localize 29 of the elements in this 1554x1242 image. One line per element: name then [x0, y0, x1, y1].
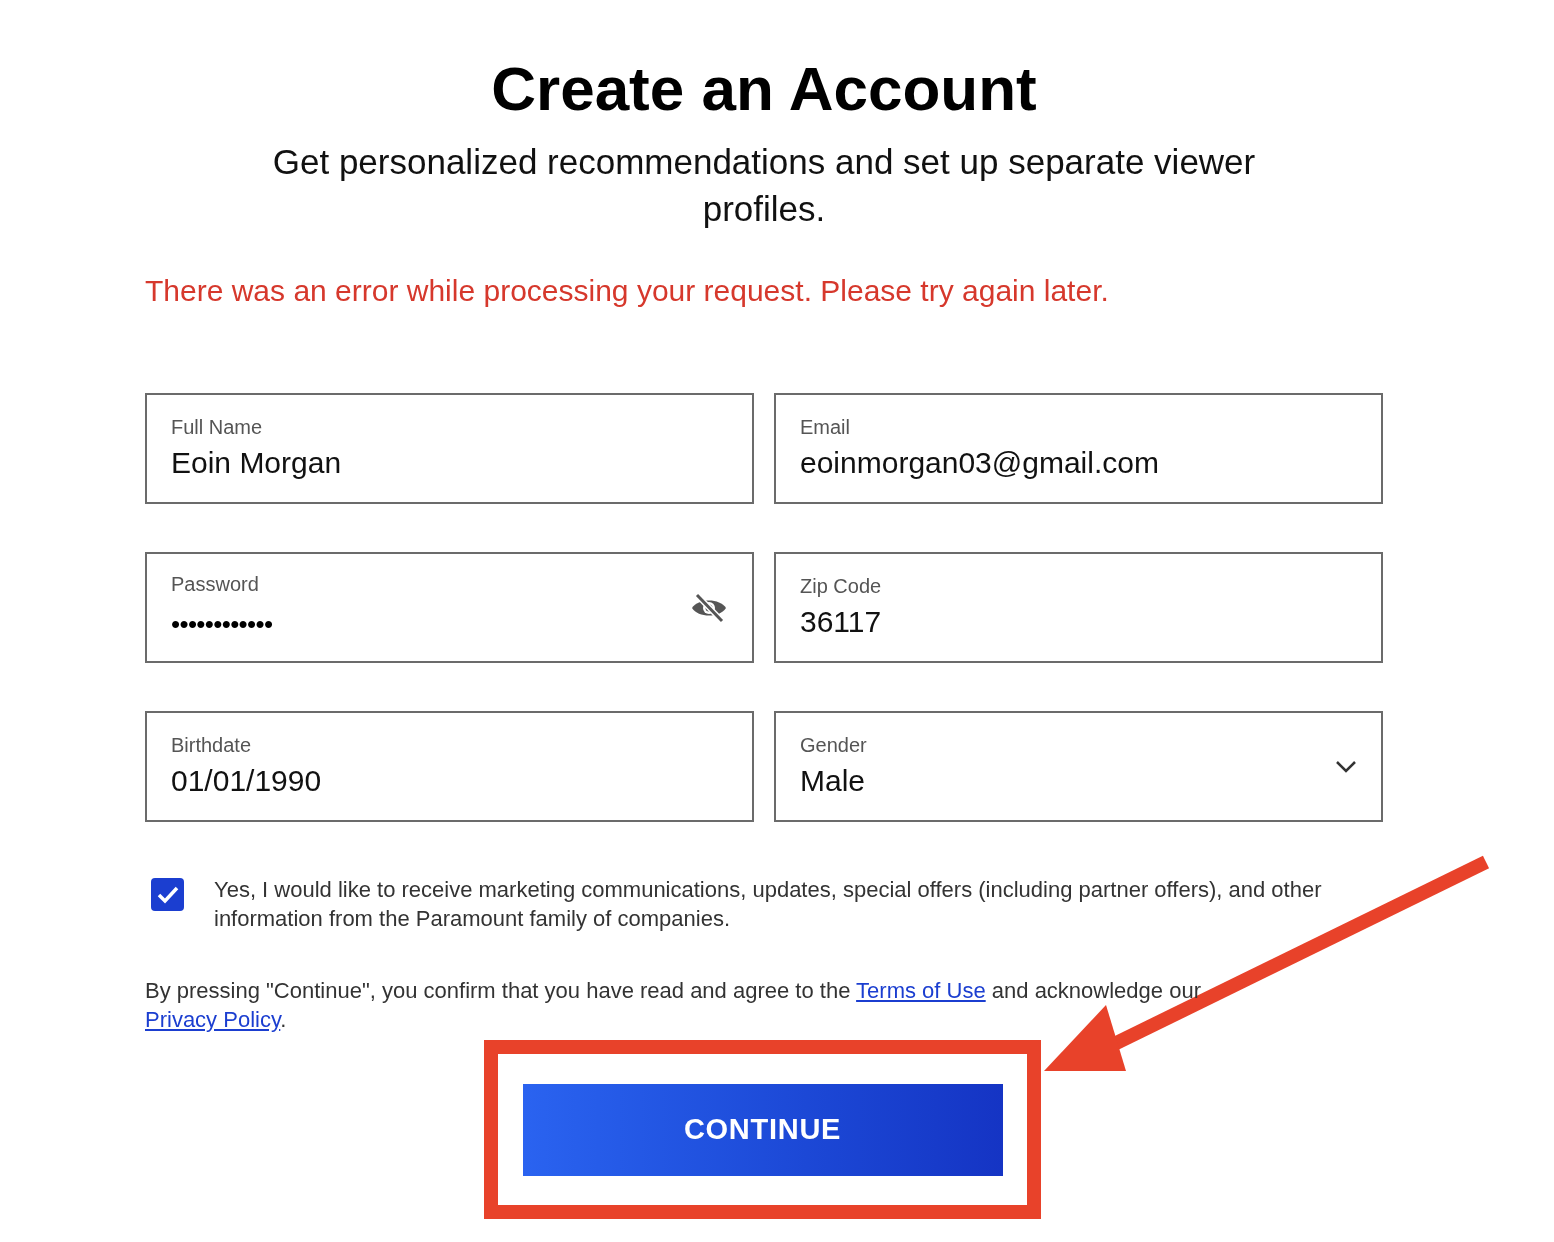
field-label: Password [171, 571, 260, 597]
field-label: Email [800, 415, 851, 441]
field-value: •••••••••••• [171, 607, 274, 641]
input-field[interactable]: Full Name Eoin Morgan [145, 393, 754, 504]
consent-text: Yes, I would like to receive marketing communications, updates, special offers (including partner offers), and other information from the Paramount family of companies. [214, 876, 1323, 933]
error-message: There was an error while processing your request. Please try again later. [145, 273, 1110, 309]
continue-button[interactable]: CONTINUE [522, 1083, 1003, 1176]
field-label: Birthdate [171, 733, 253, 759]
input-field[interactable]: Birthdate 01/01/1990 [145, 711, 754, 822]
select-field[interactable]: Gender Male [774, 711, 1383, 822]
checkmark-icon [156, 885, 179, 904]
checkbox[interactable] [151, 878, 184, 911]
input-field[interactable]: Zip Code 36117 [774, 552, 1383, 663]
field-value: eoinmorgan03@gmail.com [800, 445, 1160, 482]
legal-text: By pressing "Continue", you confirm that you have read and agree to the Terms of Use and acknowledge our Privacy Policy. [145, 977, 1202, 1034]
chevron-down-icon[interactable] [1335, 759, 1357, 774]
subtitle: Get personalized recommendations and set up separate viewer profiles. [271, 140, 1257, 230]
field-label: Zip Code [800, 574, 883, 600]
field-label: Gender [800, 733, 868, 759]
field-value: Eoin Morgan [171, 445, 343, 482]
field-label: Full Name [171, 415, 264, 441]
input-field[interactable]: Email eoinmorgan03@gmail.com [774, 393, 1383, 504]
field-value: 36117 [800, 604, 883, 641]
terms-link[interactable]: Terms of Use [856, 978, 986, 1004]
privacy-link[interactable]: Privacy Policy [145, 1006, 281, 1032]
field-value: 01/01/1990 [171, 763, 323, 800]
field-value: Male [800, 763, 867, 800]
input-field[interactable]: Password •••••••••••• [145, 552, 754, 663]
page-title: Create an Account [490, 53, 1038, 125]
